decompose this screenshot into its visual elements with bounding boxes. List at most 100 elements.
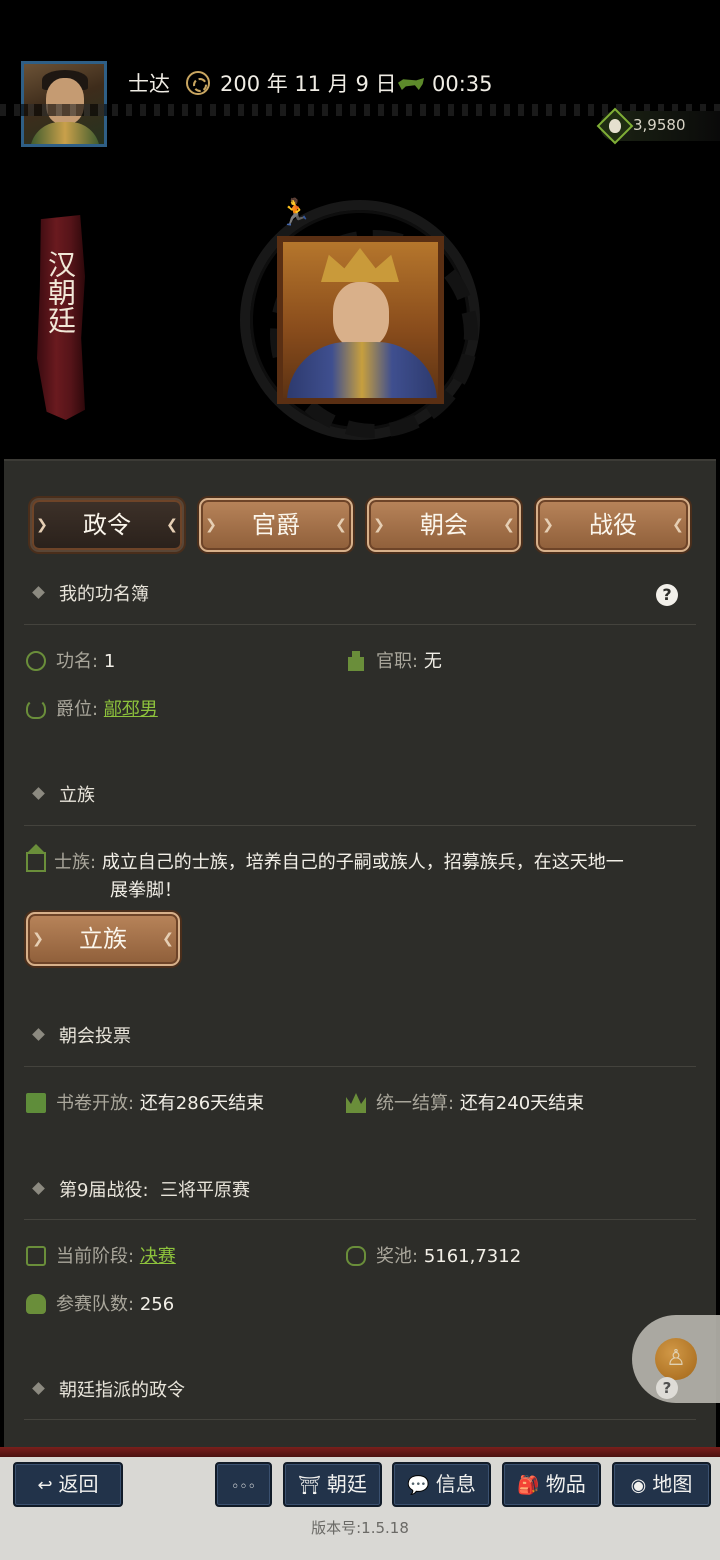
stage-label: 当前阶段: bbox=[56, 1246, 135, 1267]
teams-value: 256 bbox=[139, 1294, 175, 1315]
map-button[interactable]: ◉ 地图 bbox=[612, 1462, 711, 1507]
merit-row: 功名: 1 bbox=[26, 648, 115, 676]
clan-label: 士族: bbox=[54, 852, 97, 873]
scroll-open-row: 书卷开放: 还有286天结束 bbox=[26, 1090, 264, 1118]
court-label: 朝廷 bbox=[326, 1472, 367, 1496]
settle-label: 统一结算: bbox=[376, 1093, 455, 1114]
game-time: 00:35 bbox=[432, 72, 493, 96]
tab-right-chevron-icon: ❮ bbox=[672, 517, 684, 533]
scroll-label: 书卷开放: bbox=[56, 1093, 135, 1114]
button-right-chevron-icon: ❮ bbox=[162, 931, 174, 947]
help-icon[interactable]: ? bbox=[656, 584, 678, 606]
assistive-touch[interactable]: ♙ ? bbox=[632, 1315, 720, 1403]
calendar-icon bbox=[186, 71, 210, 95]
button-left-chevron-icon: ❯ bbox=[32, 931, 44, 947]
bullet-diamond-icon bbox=[32, 1382, 45, 1395]
settle-value: 还有240天结束 bbox=[459, 1093, 585, 1114]
more-button[interactable]: ◦◦◦ bbox=[215, 1462, 272, 1507]
clan-desc-line1: 成立自己的士族，培养自己的子嗣或族人，招募族兵，在这天地一 bbox=[101, 852, 624, 873]
section-court-vote: 朝会投票 bbox=[30, 1022, 131, 1052]
tab-court-session[interactable]: ❯ 朝会 ❮ bbox=[367, 498, 521, 552]
pool-label: 奖池: bbox=[376, 1246, 419, 1267]
tab-left-chevron-icon: ❯ bbox=[373, 517, 385, 533]
bullet-diamond-icon bbox=[32, 787, 45, 800]
info-button[interactable]: 💬 信息 bbox=[392, 1462, 491, 1507]
laurel-icon bbox=[26, 699, 46, 719]
section-title: 第9届战役: 三将平原赛 bbox=[59, 1180, 250, 1201]
tab-label: 朝会 bbox=[420, 511, 468, 539]
back-label: 返回 bbox=[58, 1472, 99, 1496]
merit-icon bbox=[26, 651, 46, 671]
bullet-diamond-icon bbox=[32, 1182, 45, 1195]
office-row: 官职: 无 bbox=[346, 648, 442, 676]
court-panel: ❯ 政令 ❮ ❯ 官爵 ❮ ❯ 朝会 ❮ ❯ 战役 ❮ 我的功名簿 ? 功名: … bbox=[4, 459, 716, 1459]
book-icon bbox=[26, 1093, 46, 1113]
currency-display[interactable]: 3,9580 bbox=[596, 107, 720, 145]
stage-link[interactable]: 决赛 bbox=[140, 1246, 176, 1267]
teams-row: 参赛队数: 256 bbox=[26, 1291, 174, 1319]
tab-left-chevron-icon: ❯ bbox=[36, 517, 48, 533]
bullet-diamond-icon bbox=[32, 1028, 45, 1041]
more-label: ◦◦◦ bbox=[231, 1479, 256, 1495]
player-name: 士达 bbox=[128, 72, 170, 96]
section-merit: 我的功名簿 bbox=[30, 580, 149, 610]
section-title: 朝廷指派的政令 bbox=[59, 1380, 185, 1401]
divider bbox=[24, 1419, 696, 1420]
return-arrow-icon: ↩ bbox=[37, 1475, 53, 1496]
currency-amount: 3,9580 bbox=[633, 116, 686, 134]
tab-right-chevron-icon: ❮ bbox=[166, 517, 178, 533]
runner-icon: 🏃 bbox=[279, 198, 312, 228]
items-button[interactable]: 🎒 物品 bbox=[502, 1462, 601, 1507]
tab-left-chevron-icon: ❯ bbox=[542, 517, 554, 533]
faction-name: 汉朝廷 bbox=[44, 250, 77, 334]
pool-value: 5161,7312 bbox=[423, 1246, 522, 1267]
version-label: 版本号:1.5.18 bbox=[311, 1519, 409, 1537]
nav-top-stripe bbox=[0, 1447, 720, 1457]
tab-titles[interactable]: ❯ 官爵 ❮ bbox=[199, 498, 353, 552]
divider bbox=[24, 825, 696, 826]
help-icon[interactable]: ? bbox=[656, 1377, 678, 1399]
section-clan: 立族 bbox=[30, 781, 95, 811]
ruler-portrait[interactable] bbox=[277, 236, 444, 404]
clan-desc-line2: 展拳脚！ bbox=[110, 880, 182, 901]
stage-row: 当前阶段: 决赛 bbox=[26, 1243, 176, 1271]
divider bbox=[24, 624, 696, 625]
teams-label: 参赛队数: bbox=[56, 1294, 135, 1315]
office-icon bbox=[348, 651, 364, 671]
coins-icon bbox=[346, 1246, 366, 1266]
ruler-robe bbox=[287, 342, 437, 398]
info-label: 信息 bbox=[435, 1472, 476, 1496]
court-button[interactable]: ⛩ 朝廷 bbox=[283, 1462, 382, 1507]
ruler-crown bbox=[321, 248, 399, 282]
hand-icon bbox=[26, 1294, 46, 1314]
crown-icon bbox=[346, 1093, 366, 1113]
clan-description: 士族: 成立自己的士族，培养自己的子嗣或族人，招募族兵，在这天地一 展拳脚！ bbox=[26, 849, 686, 905]
office-label: 官职: bbox=[376, 651, 419, 672]
ruler-face bbox=[333, 282, 389, 348]
back-button[interactable]: ↩ 返回 bbox=[13, 1462, 123, 1507]
tab-label: 战役 bbox=[589, 511, 637, 539]
tab-left-chevron-icon: ❯ bbox=[205, 517, 217, 533]
settle-row: 统一结算: 还有240天结束 bbox=[346, 1090, 584, 1118]
office-value: 无 bbox=[423, 651, 442, 672]
globe-icon: ◉ bbox=[630, 1475, 647, 1496]
tab-campaign[interactable]: ❯ 战役 ❮ bbox=[536, 498, 690, 552]
tab-bar: ❯ 政令 ❮ ❯ 官爵 ❮ ❯ 朝会 ❮ ❯ 战役 ❮ bbox=[30, 498, 692, 552]
found-clan-label: 立族 bbox=[79, 925, 127, 953]
section-assigned-decrees: 朝廷指派的政令 bbox=[30, 1376, 185, 1406]
tab-decrees[interactable]: ❯ 政令 ❮ bbox=[30, 498, 184, 552]
chat-bubble-icon: 💬 bbox=[407, 1475, 430, 1496]
found-clan-button[interactable]: ❯ 立族 ❮ bbox=[26, 912, 180, 966]
avatar-robe bbox=[30, 122, 100, 144]
rank-link[interactable]: 鄗邳男 bbox=[104, 699, 158, 720]
avatar-face bbox=[46, 78, 84, 124]
prize-pool-row: 奖池: 5161,7312 bbox=[346, 1243, 521, 1271]
bottom-nav: ↩ 返回 ◦◦◦ ⛩ 朝廷 💬 信息 🎒 物品 ◉ 地图 版本号:1.5.18 bbox=[0, 1447, 720, 1560]
section-campaign: 第9届战役: 三将平原赛 bbox=[30, 1176, 250, 1206]
money-bag-icon bbox=[609, 119, 621, 133]
divider bbox=[24, 1066, 696, 1067]
top-header: 士达 200 年 11 月 9 日 00:35 3,9580 汉朝廷 🏃 bbox=[0, 0, 720, 460]
tab-label: 官爵 bbox=[252, 511, 300, 539]
merit-value: 1 bbox=[103, 651, 116, 672]
stage-check-icon bbox=[26, 1246, 46, 1266]
